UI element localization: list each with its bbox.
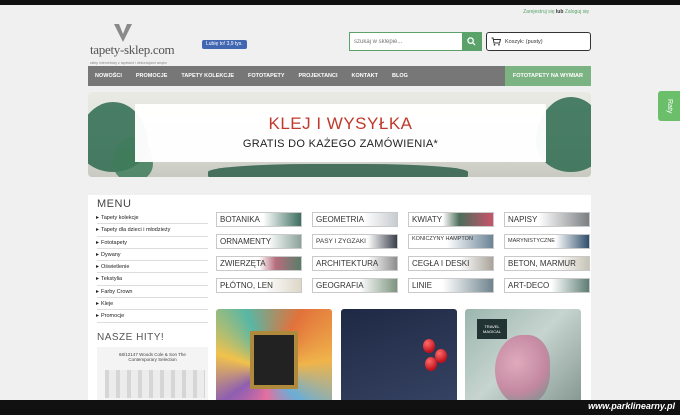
category-tile-geografia[interactable]: GEOGRAFIA — [312, 278, 398, 293]
category-tile-pasy-i-zygzaki[interactable]: PASY I ZYGZAKI — [312, 234, 398, 249]
flamingo-image — [495, 335, 550, 405]
menu-item-dywany[interactable]: Dywany — [96, 249, 208, 262]
logo-text: tapety-sklep.com — [90, 42, 175, 57]
cart-icon — [491, 37, 501, 46]
logo-mark-icon — [114, 24, 132, 42]
category-tile-marynistyczne[interactable]: MARYNISTYCZNE — [504, 234, 590, 249]
banner-plant-bottom — [208, 164, 468, 177]
category-tile-cegla-i-deski[interactable]: CEGŁA I DESKI — [408, 256, 494, 271]
page: Zarejestruj się lub Zaloguj się tapety-s… — [88, 5, 591, 415]
category-menu: Tapety kolekcje Tapety dla dzieci i młod… — [96, 212, 208, 323]
menu-item-oswietlenie[interactable]: Oświetlenie — [96, 261, 208, 274]
category-tile-architektura[interactable]: ARCHITEKTURA — [312, 256, 398, 271]
category-tile-kwiaty[interactable]: KWIATY — [408, 212, 494, 227]
menu-item-fototapety[interactable]: Fototapety — [96, 237, 208, 249]
menu-item-promocje[interactable]: Promocje — [96, 310, 208, 323]
nav-item-fototapety[interactable]: FOTOTAPETY — [241, 66, 291, 86]
category-tile-beton-marmur[interactable]: BETON, MARMUR — [504, 256, 590, 271]
search-button[interactable] — [462, 33, 481, 50]
category-tile-ornamenty[interactable]: ORNAMENTY — [216, 234, 302, 249]
cart-button[interactable]: Koszyk: (pusty) — [486, 32, 591, 51]
menu-item-farby-crown[interactable]: Farby Crown — [96, 286, 208, 299]
promo-banner[interactable]: KLEJ I WYSYŁKA GRATIS DO KAŻEGO ZAMÓWIEN… — [88, 92, 591, 177]
portrait-frame-image — [250, 331, 298, 389]
category-tile-koniczyny-hampton[interactable]: KONICZYNY HAMPTON — [408, 234, 494, 249]
category-tiles: BOTANIKA GEOMETRIA KWIATY NAPISY ORNAMEN… — [216, 212, 590, 293]
balloon-image — [423, 339, 435, 353]
balloon-image-3 — [425, 357, 437, 371]
menu-item-tapety-dla-dzieci[interactable]: Tapety dla dzieci i młodzieży — [96, 224, 208, 237]
category-tile-botanika[interactable]: BOTANIKA — [216, 212, 302, 227]
or-label: lub — [555, 9, 564, 15]
menu-item-kleje[interactable]: Kleje — [96, 298, 208, 311]
nav-item-kontakt[interactable]: KONTAKT — [345, 66, 385, 86]
banner-title: KLEJ I WYSYŁKA — [268, 114, 413, 133]
facebook-like-button[interactable]: Lubię to! 3,9 tys. — [202, 40, 247, 49]
category-tile-napisy[interactable]: NAPISY — [504, 212, 590, 227]
nav-cta-fototapety-na-wymiar[interactable]: FOTOTAPETY NA WYMIAR — [504, 66, 591, 86]
login-link[interactable]: Zaloguj się — [565, 9, 589, 15]
menu-item-tapety-kolekcje[interactable]: Tapety kolekcje — [96, 212, 208, 225]
hit-product-image — [105, 370, 205, 398]
banner-text-box: KLEJ I WYSYŁKA GRATIS DO KAŻEGO ZAMÓWIEN… — [135, 104, 546, 162]
category-tile-art-deco[interactable]: ART-DECO — [504, 278, 590, 293]
top-links: Zarejestruj się lub Zaloguj się — [523, 9, 589, 15]
category-tile-geometria[interactable]: GEOMETRIA — [312, 212, 398, 227]
main-nav: NOWOŚCI PROMOCJE TAPETY KOLEKCJE FOTOTAP… — [88, 66, 591, 86]
nav-item-projektanci[interactable]: PROJEKTANCI — [292, 66, 345, 86]
category-tile-plotno-len[interactable]: PŁÓTNO, LEN — [216, 278, 302, 293]
nav-item-nowosci[interactable]: NOWOŚCI — [88, 66, 129, 86]
raty-side-tab[interactable]: Raty — [658, 91, 680, 121]
main-content: MENU Tapety kolekcje Tapety dla dzieci i… — [88, 195, 591, 415]
cart-label: Koszyk: (pusty) — [505, 38, 543, 45]
watermark-text: www.parklinearny.pl — [588, 401, 675, 411]
bottom-bar — [0, 400, 680, 415]
hits-title: NASZE HITY! — [97, 332, 165, 343]
menu-item-tekstylia[interactable]: Tekstylia — [96, 273, 208, 286]
logo-tagline: sklep internetowy z tapetami i dekoracja… — [90, 61, 168, 65]
hit-product-name: 68/12147 Woods Cole & Son The Contempora… — [119, 352, 186, 362]
category-tile-linie[interactable]: LINIE — [408, 278, 494, 293]
search-input[interactable] — [350, 33, 462, 50]
search-box — [349, 32, 482, 51]
site-logo[interactable]: tapety-sklep.com sklep internetowy z tap… — [90, 22, 185, 68]
nav-item-blog[interactable]: BLOG — [385, 66, 415, 86]
nav-item-tapety-kolekcje[interactable]: TAPETY KOLEKCJE — [174, 66, 241, 86]
menu-title: MENU — [97, 198, 132, 210]
balloon-image-2 — [435, 349, 447, 363]
search-icon — [467, 37, 476, 46]
category-tile-zwierzeta[interactable]: ZWIERZĘTA — [216, 256, 302, 271]
register-link[interactable]: Zarejestruj się — [523, 9, 554, 15]
travel-magical-tag: TRAVEL MAGICAL — [477, 319, 507, 339]
banner-subtitle: GRATIS DO KAŻEGO ZAMÓWIENIA* — [242, 138, 439, 150]
nav-item-promocje[interactable]: PROMOCJE — [129, 66, 174, 86]
